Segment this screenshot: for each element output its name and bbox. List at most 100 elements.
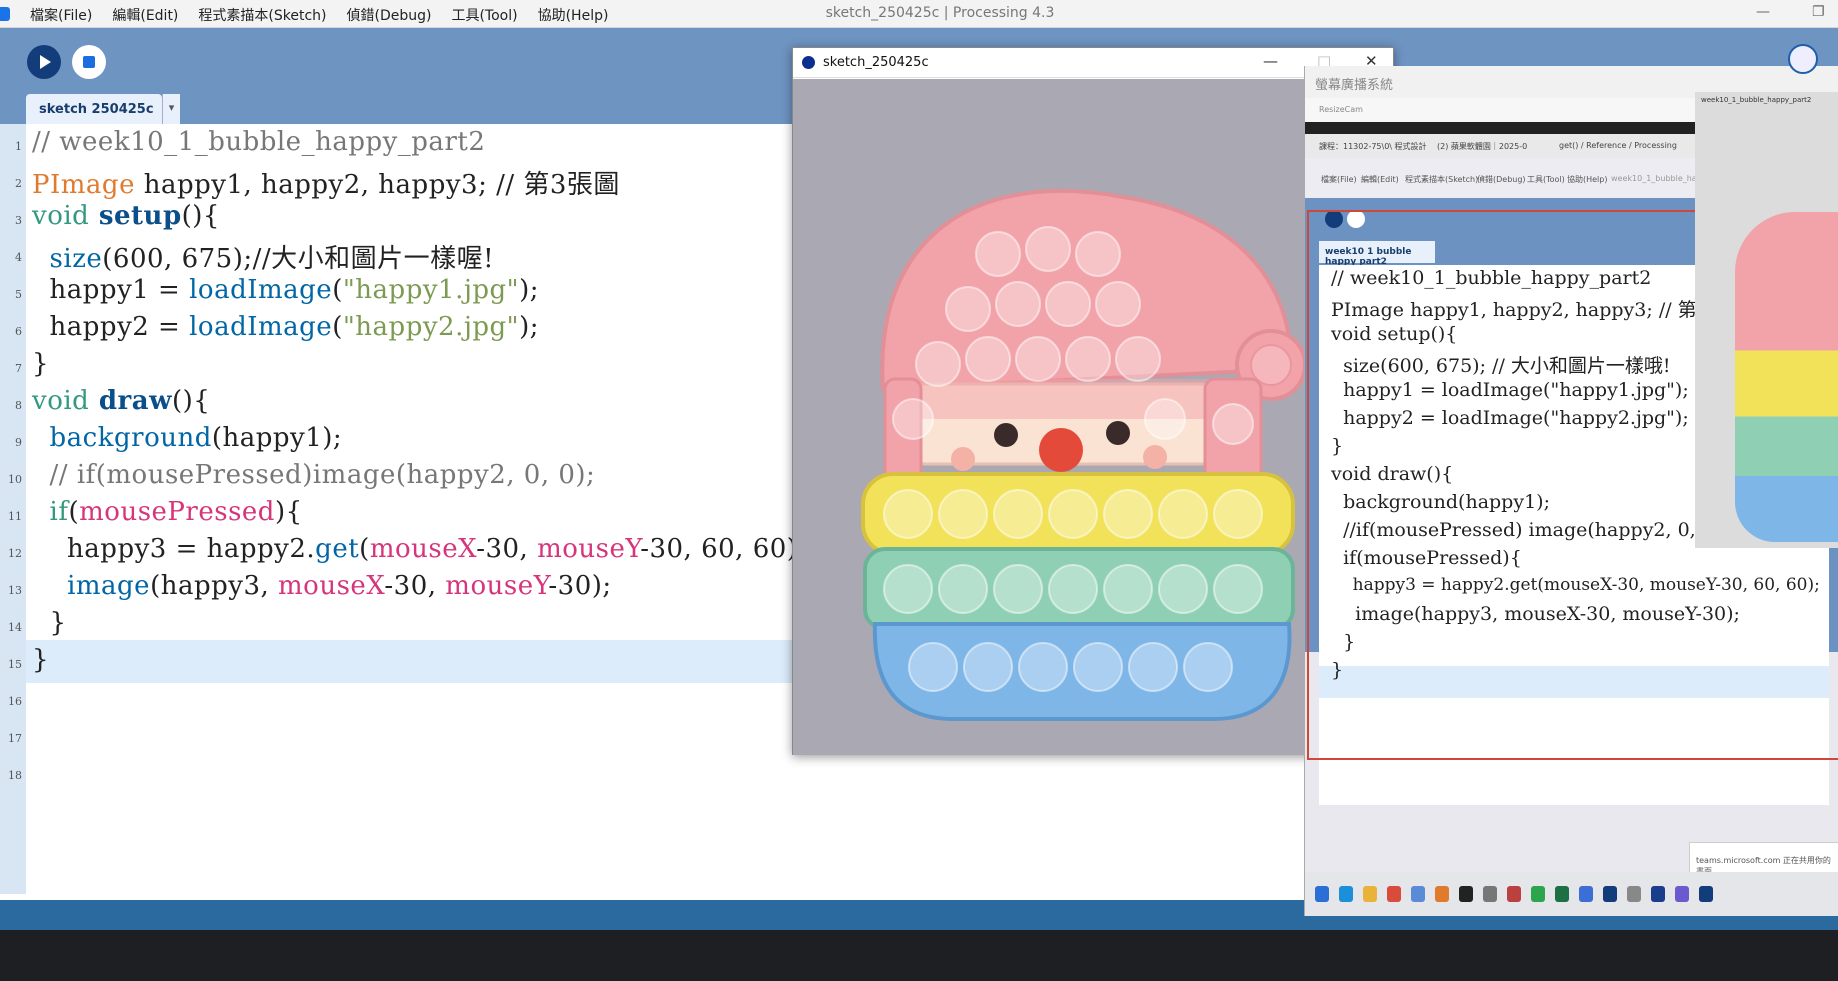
processing-icon[interactable] — [1699, 886, 1713, 902]
sketch-canvas[interactable] — [793, 79, 1393, 755]
left-cheek — [951, 447, 975, 471]
screen-share-window[interactable]: 螢幕廣播系統 ResizeCam 課程：11302-75\0\ 程式設計 (2)… — [1304, 66, 1838, 916]
code-token: } — [32, 645, 50, 675]
code-token: mouseX — [278, 571, 385, 601]
mini-menu-item: 檔案(File) — [1321, 175, 1357, 184]
avatar[interactable] — [1788, 44, 1818, 74]
tab-sketch[interactable]: sketch 250425c — [26, 94, 162, 124]
line-number: 9 — [15, 436, 22, 449]
code-token: // if(mousePressed)image(happy2, 0, 0); — [32, 460, 596, 490]
code-token: // week10_1_bubble_happy_part2 — [32, 127, 486, 157]
restore-icon[interactable]: ❐ — [1812, 4, 1825, 20]
code-line: PImage happy1, happy2, happy3; // 第3張圖 — [32, 164, 620, 201]
minimize-icon[interactable]: — — [1756, 4, 1770, 20]
code-token: -30, — [384, 571, 446, 601]
code-token: happy1, happy2, happy3; // 第3張圖 — [134, 170, 620, 200]
line-number: 14 — [8, 621, 22, 634]
mini-menu-item: 協助(Help) — [1567, 175, 1608, 184]
line-number: 13 — [8, 584, 22, 597]
code-token: mouseY — [445, 571, 549, 601]
code-token: } — [32, 349, 50, 379]
edge-icon[interactable] — [1339, 886, 1353, 902]
terminal-icon[interactable] — [1459, 886, 1473, 902]
mini-menu-item: 工具(Tool) — [1527, 175, 1565, 184]
nose — [1039, 428, 1083, 472]
app-icon[interactable] — [1675, 886, 1689, 902]
processing-icon[interactable] — [1603, 886, 1617, 902]
chrome-icon[interactable] — [1387, 886, 1401, 902]
app-icon[interactable] — [1579, 886, 1593, 902]
app-icon[interactable] — [1627, 886, 1641, 902]
tab-menu-arrow-icon[interactable]: ▾ — [162, 94, 180, 124]
line-number-gutter: 1 2 3 4 5 6 7 8 9 10 11 12 13 14 15 16 1… — [0, 124, 26, 894]
code-token: loadImage — [189, 312, 333, 342]
code-token: size — [49, 244, 103, 274]
sketch-window-titlebar[interactable]: sketch_250425c — □ ✕ — [793, 48, 1393, 78]
right-preview-title: week10_1_bubble_happy_part2 — [1701, 96, 1812, 104]
code-token: happy3 = happy2. — [32, 534, 316, 564]
left-eye — [994, 423, 1018, 447]
code-line: // week10_1_bubble_happy_part2 — [32, 127, 485, 157]
app-icon[interactable] — [1435, 886, 1449, 902]
taskbar — [1305, 872, 1838, 916]
right-preview: week10_1_bubble_happy_part2 — [1695, 92, 1838, 548]
code-token: mouseX — [369, 534, 477, 564]
minimize-button[interactable]: — — [1263, 52, 1278, 70]
stop-icon — [83, 56, 95, 68]
line-number: 5 — [15, 288, 22, 301]
code-line: size(600, 675);//大小和圖片一樣喔! — [32, 238, 494, 275]
code-token: -30, — [476, 534, 538, 564]
code-token: ){ — [274, 497, 303, 527]
sketch-window-title: sketch_250425c — [823, 55, 929, 70]
code-token: get — [315, 534, 360, 564]
code-token: "happy1.jpg" — [342, 275, 520, 305]
folder-icon[interactable] — [1363, 886, 1377, 902]
code-line: image(happy3, mouseX-30, mouseY-30); — [32, 571, 612, 601]
app-icon[interactable] — [1483, 886, 1497, 902]
stop-button[interactable] — [72, 45, 106, 79]
line-number: 1 — [15, 140, 22, 153]
browser-tab[interactable]: (2) 蘋果軟體園｜2025-0 — [1437, 141, 1527, 152]
maps-icon[interactable] — [1531, 886, 1545, 902]
app-icon[interactable] — [1651, 886, 1665, 902]
code-token: ); — [519, 312, 540, 342]
line-number: 15 — [8, 658, 22, 671]
code-token: "happy2.jpg" — [342, 312, 520, 342]
code-line: void draw(){ — [32, 386, 210, 416]
pompom-bubble — [1250, 344, 1292, 386]
code-line: happy1 = loadImage("happy1.jpg"); — [32, 275, 539, 305]
processing-icon — [802, 56, 815, 69]
browser-tab[interactable]: get() / Reference / Processing — [1559, 141, 1677, 150]
code-token: -30, 60, 60); — [640, 534, 807, 564]
code-token: happy1 = — [32, 275, 190, 305]
code-token: setup — [89, 201, 182, 231]
run-button[interactable] — [27, 45, 61, 79]
code-token: loadImage — [189, 275, 333, 305]
code-token: (happy3, — [150, 571, 279, 601]
code-token: void — [32, 386, 90, 416]
app-icon[interactable] — [1507, 886, 1521, 902]
app-icon[interactable] — [1411, 886, 1425, 902]
line-number: 7 — [15, 362, 22, 375]
code-line: // if(mousePressed)image(happy2, 0, 0); — [32, 460, 595, 490]
mini-menu-item: 編輯(Edit) — [1361, 175, 1399, 184]
preview-santa-image — [1735, 212, 1838, 542]
code-token: mouseY — [537, 534, 641, 564]
code-token: (happy1); — [211, 423, 343, 453]
line-number: 2 — [15, 177, 22, 190]
excel-icon[interactable] — [1555, 886, 1569, 902]
play-icon — [40, 55, 51, 69]
bubble-santa-image — [861, 188, 1307, 721]
browser-tab[interactable]: 課程：11302-75\0\ 程式設計 — [1319, 141, 1427, 152]
code-line: } — [32, 608, 67, 638]
code-token: PImage — [32, 170, 135, 200]
code-token: (){ — [181, 201, 220, 231]
windows-icon[interactable] — [1315, 886, 1329, 902]
code-token: ); — [519, 275, 540, 305]
line-number: 10 — [8, 473, 22, 486]
code-token: ( — [68, 497, 80, 527]
